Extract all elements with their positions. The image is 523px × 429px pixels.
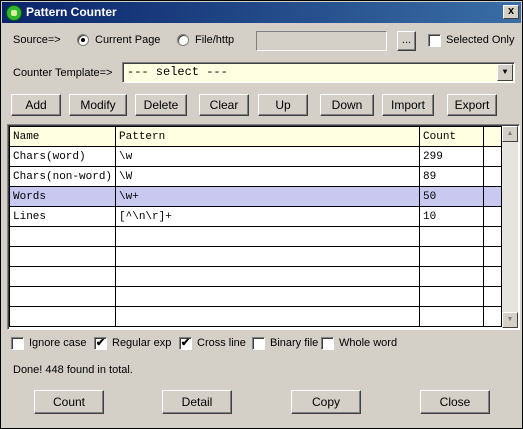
empty-cell bbox=[8, 286, 117, 307]
counter-template-value: --- select --- bbox=[127, 65, 228, 79]
regular-exp-checkbox[interactable]: ✔ bbox=[94, 337, 107, 350]
scroll-down-icon[interactable]: ▼ bbox=[502, 312, 518, 328]
radio-file-http[interactable] bbox=[177, 34, 189, 46]
counter-template-label: Counter Template=> bbox=[13, 67, 113, 79]
cell-filler bbox=[483, 146, 503, 167]
column-header-name[interactable]: Name bbox=[8, 126, 117, 147]
empty-cell bbox=[115, 306, 421, 327]
selected-only-checkbox[interactable] bbox=[428, 34, 441, 47]
delete-button[interactable]: Delete bbox=[135, 94, 187, 116]
empty-cell bbox=[115, 266, 421, 287]
up-button[interactable]: Up bbox=[258, 94, 308, 116]
empty-cell bbox=[483, 306, 503, 327]
table-row[interactable]: Chars(non-word) \W 89 bbox=[8, 166, 503, 187]
empty-cell bbox=[419, 226, 485, 247]
empty-cell bbox=[483, 226, 503, 247]
clear-button[interactable]: Clear bbox=[199, 94, 249, 116]
count-button[interactable]: Count bbox=[34, 390, 104, 414]
empty-table-row[interactable] bbox=[8, 266, 503, 287]
pattern-counter-window: Pattern Counter x Source=> Current Page … bbox=[0, 0, 523, 429]
cell-filler bbox=[483, 186, 503, 207]
ignore-case-label[interactable]: Ignore case bbox=[29, 337, 86, 349]
cell-count: 299 bbox=[419, 146, 485, 167]
column-header-pattern[interactable]: Pattern bbox=[115, 126, 421, 147]
empty-cell bbox=[115, 286, 421, 307]
empty-cell bbox=[8, 246, 117, 267]
empty-table-row[interactable] bbox=[8, 226, 503, 247]
empty-cell bbox=[115, 246, 421, 267]
scroll-up-icon[interactable]: ▲ bbox=[502, 126, 518, 142]
empty-table-row[interactable] bbox=[8, 306, 503, 327]
binary-file-checkbox[interactable] bbox=[252, 337, 265, 350]
add-button[interactable]: Add bbox=[11, 94, 61, 116]
binary-file-label[interactable]: Binary file bbox=[270, 337, 318, 349]
empty-table-row[interactable] bbox=[8, 246, 503, 267]
cell-count: 50 bbox=[419, 186, 485, 207]
cell-filler bbox=[483, 206, 503, 227]
counter-template-select[interactable]: --- select --- ▼ bbox=[122, 62, 515, 83]
pattern-table: Name Pattern Count Chars(word) \w 299 Chars… bbox=[7, 124, 520, 330]
close-window-button[interactable]: x bbox=[503, 5, 519, 19]
cell-filler bbox=[483, 166, 503, 187]
cell-pattern: [^\n\r]+ bbox=[115, 206, 421, 227]
cell-pattern: \W bbox=[115, 166, 421, 187]
regular-exp-label[interactable]: Regular exp bbox=[112, 337, 171, 349]
vertical-scrollbar[interactable]: ▲ ▼ bbox=[502, 126, 518, 328]
export-button[interactable]: Export bbox=[447, 94, 497, 116]
selected-only-label[interactable]: Selected Only bbox=[446, 34, 514, 46]
radio-current-page[interactable] bbox=[77, 34, 89, 46]
cell-name: Chars(non-word) bbox=[8, 166, 117, 187]
empty-cell bbox=[419, 306, 485, 327]
table-row[interactable]: Chars(word) \w 299 bbox=[8, 146, 503, 167]
cell-count: 10 bbox=[419, 206, 485, 227]
cell-pattern: \w+ bbox=[115, 186, 421, 207]
empty-cell bbox=[8, 226, 117, 247]
browse-button[interactable]: ... bbox=[397, 31, 416, 51]
title-bar[interactable]: Pattern Counter x bbox=[2, 2, 521, 23]
empty-table-row[interactable] bbox=[8, 286, 503, 307]
radio-current-page-label[interactable]: Current Page bbox=[95, 34, 160, 46]
modify-button[interactable]: Modify bbox=[69, 94, 127, 116]
radio-file-http-label[interactable]: File/http bbox=[195, 34, 234, 46]
file-path-input[interactable] bbox=[256, 31, 387, 51]
status-text: Done! 448 found in total. bbox=[13, 364, 133, 376]
cross-line-checkbox[interactable]: ✔ bbox=[179, 337, 192, 350]
close-button[interactable]: Close bbox=[420, 390, 490, 414]
column-header-filler bbox=[483, 126, 503, 147]
empty-cell bbox=[8, 266, 117, 287]
cell-name: Lines bbox=[8, 206, 117, 227]
empty-cell bbox=[8, 306, 117, 327]
cell-pattern: \w bbox=[115, 146, 421, 167]
down-button[interactable]: Down bbox=[320, 94, 374, 116]
empty-cell bbox=[483, 266, 503, 287]
chevron-down-icon[interactable]: ▼ bbox=[497, 64, 513, 81]
table-row[interactable]: Lines [^\n\r]+ 10 bbox=[8, 206, 503, 227]
whole-word-label[interactable]: Whole word bbox=[339, 337, 397, 349]
app-icon bbox=[6, 5, 22, 21]
ignore-case-checkbox[interactable] bbox=[11, 337, 24, 350]
detail-button[interactable]: Detail bbox=[162, 390, 232, 414]
window-title: Pattern Counter bbox=[26, 5, 117, 19]
cell-name: Chars(word) bbox=[8, 146, 117, 167]
empty-cell bbox=[419, 246, 485, 267]
cell-count: 89 bbox=[419, 166, 485, 187]
source-label: Source=> bbox=[13, 34, 61, 46]
empty-cell bbox=[115, 226, 421, 247]
cross-line-label[interactable]: Cross line bbox=[197, 337, 246, 349]
empty-cell bbox=[419, 266, 485, 287]
column-header-count[interactable]: Count bbox=[419, 126, 485, 147]
empty-cell bbox=[483, 246, 503, 267]
import-button[interactable]: Import bbox=[382, 94, 434, 116]
whole-word-checkbox[interactable] bbox=[321, 337, 334, 350]
copy-button[interactable]: Copy bbox=[291, 390, 361, 414]
cell-name: Words bbox=[8, 186, 117, 207]
empty-cell bbox=[419, 286, 485, 307]
table-header-row: Name Pattern Count bbox=[8, 126, 503, 147]
empty-cell bbox=[483, 286, 503, 307]
table-row[interactable]: Words \w+ 50 bbox=[8, 186, 503, 207]
